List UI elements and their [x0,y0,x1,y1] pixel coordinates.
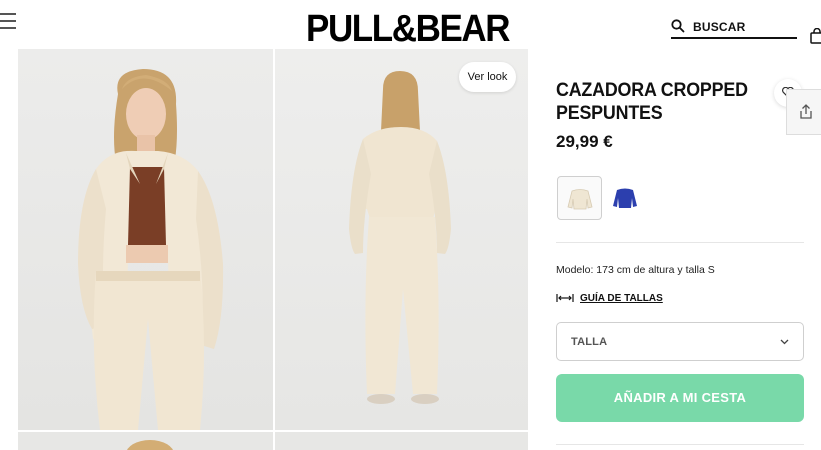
size-select[interactable]: TALLA [556,322,804,361]
chevron-down-icon [780,339,789,345]
product-price: 29,99 € [556,132,613,151]
divider [556,444,804,445]
hamburger-menu-icon[interactable] [0,11,18,31]
jacket-blue-thumbnail [613,188,637,208]
divider [556,242,804,243]
product-image-4[interactable] [275,432,528,450]
add-to-cart-button[interactable]: AÑADIR A MI CESTA [556,374,804,422]
brand-logo[interactable]: PULL&BEAR [306,9,511,49]
search-icon [671,19,685,33]
share-icon [800,104,812,119]
size-select-placeholder: TALLA [571,336,608,348]
color-swatch-blue[interactable] [603,176,648,220]
search-button[interactable]: BUSCAR [671,17,797,39]
ruler-icon [556,294,574,302]
jacket-ecru-thumbnail [567,189,593,210]
search-label: BUSCAR [693,20,746,34]
share-button[interactable] [786,89,821,135]
product-image-3[interactable] [18,432,273,450]
product-title: CAZADORA CROPPED PESPUNTES [556,80,748,124]
size-guide-label: GUÍA DE TALLAS [580,293,663,304]
product-image-back[interactable] [275,49,528,430]
product-image-front[interactable] [18,49,273,430]
ver-look-button[interactable]: Ver look [459,62,516,92]
shopping-bag-icon[interactable] [810,28,821,44]
color-swatch-ecru[interactable] [557,176,602,220]
model-info: Modelo: 173 cm de altura y talla S [556,264,715,276]
